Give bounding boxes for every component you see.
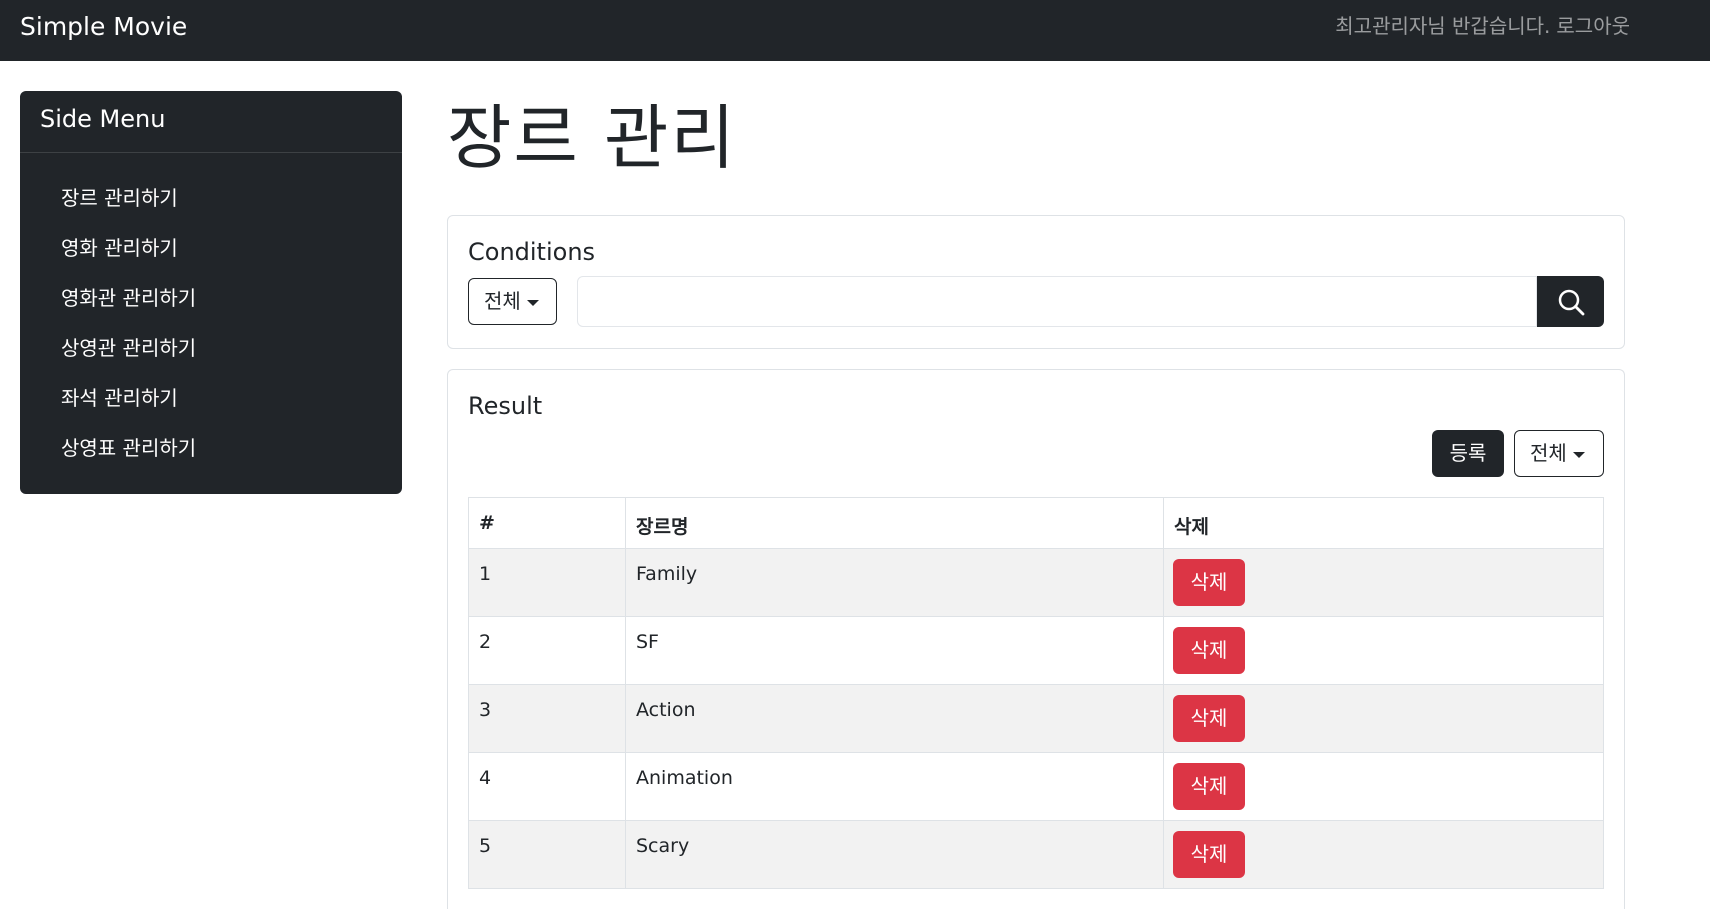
table-row: 4 Animation 삭제 <box>468 752 1604 821</box>
top-navbar: Simple Movie 최고관리자님 반갑습니다. 로그아웃 <box>0 0 1710 61</box>
user-area: 최고관리자님 반갑습니다. 로그아웃 <box>1329 0 1630 52</box>
result-filter-label: 전체 <box>1530 441 1567 465</box>
sidebar-item-genre[interactable]: 장르 관리하기 <box>20 173 402 223</box>
result-filter-dropdown[interactable]: 전체 <box>1514 430 1604 477</box>
row-number: 5 <box>468 820 626 889</box>
row-delete-cell: 삭제 <box>1163 684 1604 753</box>
conditions-title: Conditions <box>468 238 596 266</box>
search-input[interactable] <box>577 276 1537 327</box>
header-number: # <box>468 497 626 549</box>
sidebar-item-schedule[interactable]: 상영표 관리하기 <box>20 423 402 473</box>
header-genre-name: 장르명 <box>625 497 1164 549</box>
row-number: 3 <box>468 684 626 753</box>
row-genre-name: Family <box>625 548 1164 617</box>
table-header-row: # 장르명 삭제 <box>468 497 1604 549</box>
side-menu-title: Side Menu <box>20 91 402 153</box>
side-menu-list: 장르 관리하기 영화 관리하기 영화관 관리하기 상영관 관리하기 좌석 관리하… <box>20 153 402 473</box>
conditions-card: Conditions 전체 <box>447 215 1625 349</box>
table-row: 5 Scary 삭제 <box>468 820 1604 889</box>
row-genre-name: Animation <box>625 752 1164 821</box>
register-button[interactable]: 등록 <box>1432 430 1504 477</box>
genre-table: # 장르명 삭제 1 Family 삭제 2 SF 삭제 3 Action 삭제 <box>468 497 1604 889</box>
table-row: 1 Family 삭제 <box>468 548 1604 617</box>
condition-filter-label: 전체 <box>484 289 521 313</box>
row-genre-name: Scary <box>625 820 1164 889</box>
caret-down-icon <box>526 299 539 306</box>
greeting-text: 최고관리자님 반갑습니다. <box>1335 14 1551 38</box>
page-title: 장르 관리 <box>447 97 737 179</box>
row-delete-cell: 삭제 <box>1163 820 1604 889</box>
row-number: 4 <box>468 752 626 821</box>
search-icon <box>1558 289 1584 315</box>
header-delete: 삭제 <box>1163 497 1604 549</box>
row-genre-name: Action <box>625 684 1164 753</box>
row-delete-cell: 삭제 <box>1163 752 1604 821</box>
logout-link[interactable]: 로그아웃 <box>1556 14 1630 38</box>
row-delete-cell: 삭제 <box>1163 548 1604 617</box>
row-delete-cell: 삭제 <box>1163 616 1604 685</box>
result-title: Result <box>468 392 543 420</box>
delete-button[interactable]: 삭제 <box>1173 695 1245 742</box>
delete-button[interactable]: 삭제 <box>1173 763 1245 810</box>
sidebar-item-cinema[interactable]: 영화관 관리하기 <box>20 273 402 323</box>
delete-button[interactable]: 삭제 <box>1173 831 1245 878</box>
result-card: Result 등록 전체 # 장르명 삭제 1 Family 삭제 2 SF 삭… <box>447 369 1625 909</box>
row-number: 1 <box>468 548 626 617</box>
brand-link[interactable]: Simple Movie <box>20 0 187 54</box>
sidebar-item-seat[interactable]: 좌석 관리하기 <box>20 373 402 423</box>
table-row: 2 SF 삭제 <box>468 616 1604 685</box>
delete-button[interactable]: 삭제 <box>1173 559 1245 606</box>
sidebar-item-movie[interactable]: 영화 관리하기 <box>20 223 402 273</box>
caret-down-icon <box>1572 451 1585 458</box>
sidebar-item-theater[interactable]: 상영관 관리하기 <box>20 323 402 373</box>
delete-button[interactable]: 삭제 <box>1173 627 1245 674</box>
search-button[interactable] <box>1537 276 1604 327</box>
condition-filter-dropdown[interactable]: 전체 <box>468 278 557 325</box>
row-number: 2 <box>468 616 626 685</box>
side-menu: Side Menu 장르 관리하기 영화 관리하기 영화관 관리하기 상영관 관… <box>20 91 402 494</box>
table-row: 3 Action 삭제 <box>468 684 1604 753</box>
row-genre-name: SF <box>625 616 1164 685</box>
